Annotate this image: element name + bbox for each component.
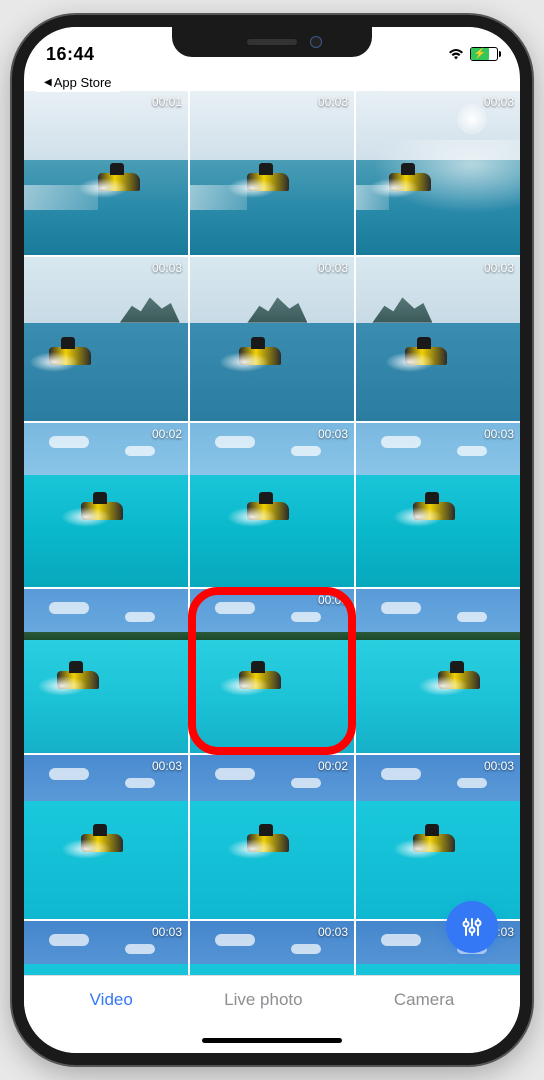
video-duration: 00:03 — [484, 95, 514, 109]
tab-video[interactable]: Video — [90, 990, 133, 1010]
notch — [172, 27, 372, 57]
phone-frame: 16:44 ⚡ ◀ App Store 00:01 00:03 00:03 00:03… — [12, 15, 532, 1065]
video-duration: 00:03 — [318, 593, 348, 607]
video-duration: 00:03 — [484, 427, 514, 441]
video-thumbnail[interactable]: 00:01 — [24, 91, 188, 255]
video-thumbnail[interactable] — [24, 589, 188, 753]
video-duration: 00:03 — [152, 925, 182, 939]
video-thumbnail[interactable]: 00:03 — [356, 755, 520, 919]
video-thumbnail[interactable]: 00:03 — [190, 589, 354, 753]
video-duration: 00:03 — [484, 261, 514, 275]
back-to-app-store[interactable]: ◀ App Store — [36, 73, 120, 92]
video-thumbnail[interactable]: 00:03 — [190, 91, 354, 255]
video-duration: 00:03 — [318, 427, 348, 441]
video-thumbnail[interactable] — [356, 589, 520, 753]
back-arrow-icon: ◀ — [44, 77, 52, 88]
video-duration: 00:03 — [152, 261, 182, 275]
video-thumbnail[interactable]: 00:03 — [190, 423, 354, 587]
video-duration: 00:03 — [484, 759, 514, 773]
video-thumbnail[interactable]: 00:03 — [356, 257, 520, 421]
settings-fab[interactable] — [446, 901, 498, 953]
video-thumbnail[interactable]: 00:03 — [190, 921, 354, 975]
video-thumbnail[interactable]: 00:03 — [24, 921, 188, 975]
video-thumbnail[interactable]: 00:02 — [190, 755, 354, 919]
video-thumbnail[interactable]: 00:03 — [190, 257, 354, 421]
video-duration: 00:03 — [318, 261, 348, 275]
video-thumbnail[interactable]: 00:03 — [356, 423, 520, 587]
status-icons: ⚡ — [447, 47, 498, 61]
tab-live-photo[interactable]: Live photo — [224, 990, 302, 1010]
sliders-icon — [461, 916, 483, 938]
photo-grid: 00:01 00:03 00:03 00:03 00:03 00:03 00:02 00:03… — [24, 91, 520, 975]
video-duration: 00:02 — [318, 759, 348, 773]
tab-camera[interactable]: Camera — [394, 990, 454, 1010]
wifi-icon — [447, 47, 465, 61]
video-thumbnail[interactable]: 00:03 — [24, 257, 188, 421]
video-thumbnail[interactable]: 00:03 — [24, 755, 188, 919]
video-thumbnail[interactable]: 00:03 — [356, 91, 520, 255]
video-thumbnail[interactable]: 00:02 — [24, 423, 188, 587]
video-duration: 00:03 — [152, 759, 182, 773]
battery-icon: ⚡ — [470, 47, 498, 61]
status-time: 16:44 — [46, 44, 95, 65]
video-duration: 00:02 — [152, 427, 182, 441]
back-link-label: App Store — [54, 75, 112, 90]
video-duration: 00:03 — [318, 95, 348, 109]
video-duration: 00:01 — [152, 95, 182, 109]
video-duration: 00:03 — [318, 925, 348, 939]
home-indicator[interactable] — [202, 1038, 342, 1043]
photo-grid-container: 00:01 00:03 00:03 00:03 00:03 00:03 00:02 00:03… — [24, 91, 520, 975]
